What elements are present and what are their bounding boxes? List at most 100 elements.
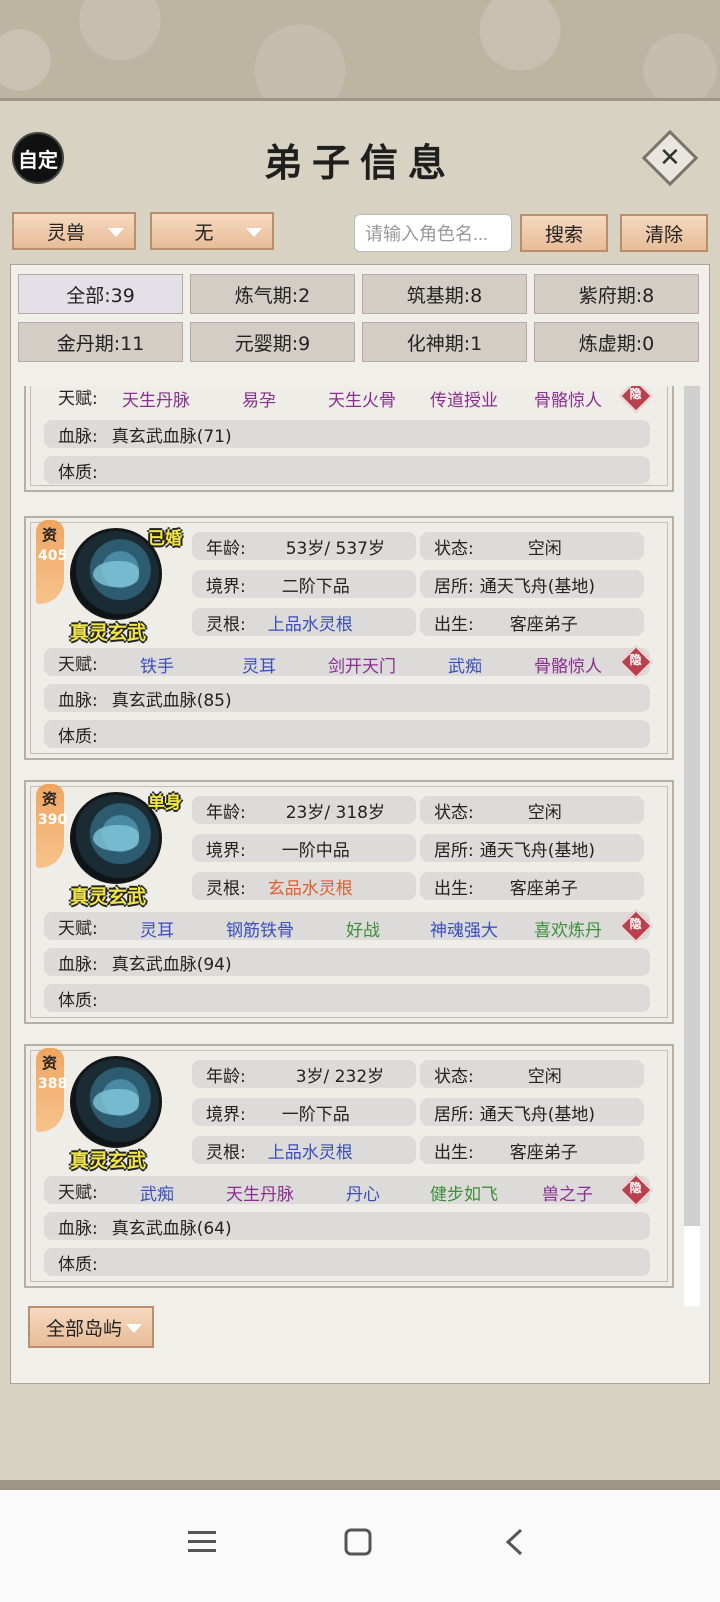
status-row: 状态: 空闲 (420, 532, 644, 560)
bloodline-value: 真玄武血脉(94) (111, 954, 232, 975)
talent-tag: 健步如飞 (430, 1185, 498, 1205)
talent-tag: 武痴 (140, 1185, 174, 1205)
root-row: 灵根: 玄品水灵根 (192, 872, 416, 900)
back-button[interactable] (484, 1512, 544, 1572)
physique-row: 体质: (44, 456, 650, 484)
sub-select[interactable]: 无 (150, 212, 274, 250)
scrollbar-thumb[interactable] (684, 1226, 700, 1306)
filter-jindan[interactable]: 金丹期:11 (18, 322, 183, 362)
bloodline-row: 血脉: 真玄武血脉(85) (44, 684, 650, 712)
physique-row: 体质: (44, 984, 650, 1012)
realm-row: 境界: 二阶下品 (192, 570, 416, 598)
clear-button[interactable]: 清除 (620, 214, 708, 252)
age-value: 53岁/ 537岁 (285, 538, 385, 559)
root-value: 上品水灵根 (267, 614, 353, 635)
aptitude-value: 388 (38, 1076, 68, 1092)
talent-tag: 好战 (346, 921, 380, 941)
menu-button[interactable] (172, 1512, 232, 1572)
birth-row: 出生: 客座弟子 (420, 1136, 644, 1164)
talent-tag: 丹心 (346, 1185, 380, 1205)
bloodline-value: 真玄武血脉(85) (111, 690, 232, 711)
filter-yuanying[interactable]: 元婴期:9 (190, 322, 355, 362)
talent-tag: 易孕 (242, 391, 276, 411)
talent-tag: 灵耳 (140, 921, 174, 941)
home-icon (344, 1528, 372, 1556)
age-row: 年龄: 3岁/ 232岁 (192, 1060, 416, 1088)
root-value: 玄品水灵根 (267, 878, 353, 899)
residence-row: 居所: 通天飞舟(基地) (420, 570, 644, 598)
status-row: 状态: 空闲 (420, 1060, 644, 1088)
physique-row: 体质: (44, 720, 650, 748)
scrollbar[interactable] (684, 386, 700, 1306)
realm-value: 二阶下品 (281, 576, 350, 597)
realm-row: 境界: 一阶下品 (192, 1098, 416, 1126)
bloodline-value: 真玄武血脉(71) (111, 426, 232, 447)
bloodline-value: 真玄武血脉(64) (111, 1218, 232, 1239)
talent-tag: 天生丹脉 (226, 1185, 294, 1205)
talent-tag: 喜欢炼丹 (534, 921, 602, 941)
talent-tag: 天生火骨 (328, 391, 396, 411)
aptitude-value: 390 (38, 812, 68, 828)
root-row: 灵根: 上品水灵根 (192, 1136, 416, 1164)
chevron-down-icon (126, 1324, 142, 1333)
island-select-value: 全部岛屿 (46, 1317, 123, 1340)
residence-row: 居所: 通天飞舟(基地) (420, 834, 644, 862)
avatar (70, 1056, 162, 1148)
talent-tag: 铁手 (140, 657, 174, 677)
type-select-value: 灵兽 (46, 221, 85, 244)
menu-icon (188, 1531, 216, 1552)
status-value: 空闲 (527, 538, 562, 559)
disciple-card[interactable]: 资 405 已婚 真灵玄武 年龄: 53岁/ 537岁 状态: 空闲 境界: 二… (24, 516, 674, 760)
filter-zifu[interactable]: 紫府期:8 (534, 274, 699, 314)
search-input[interactable]: 请输入角色名... (354, 214, 512, 252)
status-value: 空闲 (527, 1066, 562, 1087)
close-icon: ✕ (659, 142, 681, 173)
birth-row: 出生: 客座弟子 (420, 872, 644, 900)
realm-value: 一阶下品 (281, 1104, 350, 1125)
search-button[interactable]: 搜索 (520, 214, 608, 252)
residence-value: 通天飞舟(基地) (479, 576, 595, 597)
talent-tag: 灵耳 (242, 657, 276, 677)
talent-tag: 骨骼惊人 (534, 391, 602, 411)
disciple-card[interactable]: 天赋: 天生丹脉 易孕 天生火骨 传道授业 骨骼惊人 隐 血脉: 真玄武血脉(7… (24, 386, 674, 492)
disciple-card[interactable]: 资 390 单身 真灵玄武 年龄: 23岁/ 318岁 状态: 空闲 境界: 一… (24, 780, 674, 1024)
root-row: 灵根: 上品水灵根 (192, 608, 416, 636)
page-title: 弟子信息 (263, 140, 456, 185)
bloodline-row: 血脉: 真玄武血脉(71) (44, 420, 650, 448)
birth-value: 客座弟子 (509, 878, 578, 899)
age-row: 年龄: 53岁/ 537岁 (192, 532, 416, 560)
disciple-card[interactable]: 资 388 真灵玄武 年龄: 3岁/ 232岁 状态: 空闲 境界: 一阶下品 … (24, 1044, 674, 1288)
back-icon (505, 1528, 523, 1556)
talent-tag: 天生丹脉 (122, 391, 190, 411)
bloodline-row: 血脉: 真玄武血脉(94) (44, 948, 650, 976)
disciple-name: 真灵玄武 (70, 1150, 147, 1172)
realm-row: 境界: 一阶中品 (192, 834, 416, 862)
filter-zhuji[interactable]: 筑基期:8 (362, 274, 527, 314)
sub-select-value: 无 (194, 221, 214, 244)
type-select[interactable]: 灵兽 (12, 212, 136, 250)
chevron-down-icon (246, 228, 262, 237)
physique-row: 体质: (44, 1248, 650, 1276)
filter-lianqi[interactable]: 炼气期:2 (190, 274, 355, 314)
residence-row: 居所: 通天飞舟(基地) (420, 1098, 644, 1126)
filter-all[interactable]: 全部:39 (18, 274, 183, 314)
home-button[interactable] (328, 1512, 388, 1572)
talent-tag: 神魂强大 (430, 921, 498, 941)
talent-tag: 剑开天门 (328, 657, 396, 677)
residence-value: 通天飞舟(基地) (479, 840, 595, 861)
island-select[interactable]: 全部岛屿 (28, 1306, 154, 1348)
disciple-name: 真灵玄武 (70, 886, 147, 908)
filter-huashen[interactable]: 化神期:1 (362, 322, 527, 362)
age-value: 23岁/ 318岁 (285, 802, 385, 823)
age-value: 3岁/ 232岁 (295, 1066, 385, 1087)
age-row: 年龄: 23岁/ 318岁 (192, 796, 416, 824)
birth-value: 客座弟子 (509, 614, 578, 635)
talent-tag: 钢筋铁骨 (226, 921, 294, 941)
talent-tag: 骨骼惊人 (534, 657, 602, 677)
residence-value: 通天飞舟(基地) (479, 1104, 595, 1125)
system-nav-bar (0, 1490, 720, 1602)
bloodline-row: 血脉: 真玄武血脉(64) (44, 1212, 650, 1240)
status-value: 空闲 (527, 802, 562, 823)
birth-row: 出生: 客座弟子 (420, 608, 644, 636)
filter-lianxu[interactable]: 炼虚期:0 (534, 322, 699, 362)
